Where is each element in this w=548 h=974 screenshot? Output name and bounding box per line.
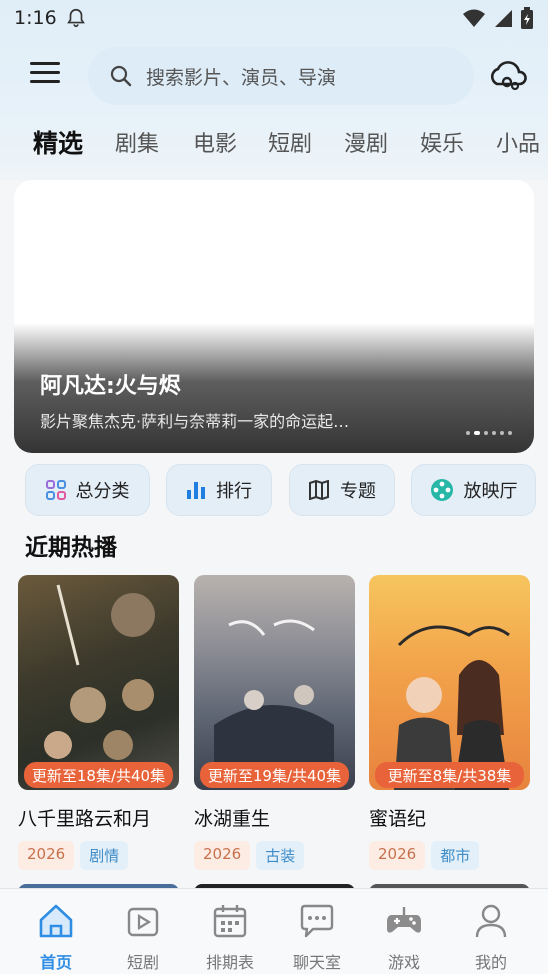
- show-tags: 2026 古装: [194, 841, 355, 870]
- tab-featured[interactable]: 精选: [33, 126, 83, 160]
- nav-schedule[interactable]: 排期表: [190, 901, 270, 973]
- ranking-label: 排行: [216, 481, 252, 502]
- carousel-dot: [500, 431, 504, 435]
- map-book-icon: [309, 480, 329, 500]
- show-title: 八千里路云和月: [18, 808, 152, 830]
- poster-art-image: [394, 625, 510, 790]
- show-poster: 更新至18集/共40集: [18, 575, 179, 790]
- cloud-sync-icon[interactable]: [488, 56, 528, 94]
- genre-tag: 古装: [256, 841, 305, 870]
- tab-entertainment[interactable]: 娱乐: [420, 126, 464, 158]
- nav-schedule-label: 排期表: [205, 953, 254, 972]
- screening-room-button[interactable]: 放映厅: [411, 464, 536, 516]
- wifi-icon: [463, 9, 485, 27]
- short-video-icon: [127, 907, 159, 937]
- topics-button[interactable]: 专题: [289, 464, 395, 516]
- all-categories-label: 总分类: [75, 481, 130, 502]
- user-icon: [475, 904, 507, 938]
- nav-home-label: 首页: [39, 953, 72, 972]
- battery-icon: [521, 7, 533, 29]
- show-poster: 更新至8集/共38集: [369, 575, 530, 790]
- genre-tag: 都市: [431, 841, 480, 870]
- carousel-dot-active: [474, 431, 480, 435]
- year-tag: 2026: [369, 841, 426, 870]
- screening-room-label: 放映厅: [463, 481, 518, 502]
- episode-badge: 更新至8集/共38集: [375, 762, 524, 788]
- show-title: 冰湖重生: [194, 808, 271, 830]
- grid-icon: [45, 480, 66, 500]
- nav-chat-room[interactable]: 聊天室: [277, 901, 357, 973]
- search-placeholder: 搜索影片、演员、导演: [146, 66, 337, 89]
- quick-links: 总分类 排行 专题 放映厅: [0, 464, 548, 518]
- menu-icon-line: [30, 71, 60, 74]
- poster-art-image: [44, 584, 155, 760]
- status-time: 1:16: [14, 7, 57, 29]
- nav-short-drama[interactable]: 短剧: [103, 901, 183, 973]
- menu-button[interactable]: [30, 62, 60, 88]
- tab-sketch[interactable]: 小品: [496, 126, 540, 158]
- carousel-dot: [466, 431, 470, 435]
- nav-profile-label: 我的: [474, 953, 507, 972]
- nav-short-drama-label: 短剧: [126, 953, 159, 972]
- ranking-button[interactable]: 排行: [166, 464, 272, 516]
- carousel-dot: [492, 431, 496, 435]
- tab-short-drama[interactable]: 短剧: [268, 126, 312, 158]
- show-card[interactable]: 更新至18集/共40集 八千里路云和月 2026 剧情: [18, 575, 179, 870]
- section-title: 近期热播: [25, 535, 117, 561]
- calendar-icon: [213, 905, 247, 938]
- menu-icon-line: [30, 80, 60, 83]
- banner-title: 阿凡达:火与烬: [40, 374, 181, 399]
- chat-icon: [300, 904, 334, 938]
- show-tags: 2026 都市: [369, 841, 530, 870]
- genre-tag: 剧情: [80, 841, 129, 870]
- carousel-dot: [508, 431, 512, 435]
- show-card[interactable]: 更新至19集/共40集 冰湖重生 2026 古装: [194, 575, 355, 870]
- all-categories-button[interactable]: 总分类: [25, 464, 150, 516]
- tab-movies[interactable]: 电影: [193, 126, 237, 158]
- episode-badge: 更新至18集/共40集: [24, 762, 173, 788]
- banner-description: 影片聚焦杰克·萨利与奈蒂莉一家的命运起…: [40, 412, 350, 431]
- nav-chat-room-label: 聊天室: [292, 953, 341, 972]
- menu-icon-line: [30, 62, 60, 65]
- bar-chart-icon: [187, 482, 205, 499]
- notification-bell-icon: [66, 8, 85, 28]
- search-icon: [110, 65, 132, 87]
- gamepad-icon: [387, 907, 421, 933]
- episode-badge: 更新至19集/共40集: [200, 762, 349, 788]
- tab-anime-drama[interactable]: 漫剧: [344, 126, 388, 158]
- poster-art-image: [214, 619, 334, 765]
- year-tag: 2026: [18, 841, 75, 870]
- show-poster: 更新至19集/共40集: [194, 575, 355, 790]
- film-reel-icon: [430, 479, 453, 501]
- cellular-signal-icon: [495, 10, 512, 27]
- show-card[interactable]: 更新至8集/共38集 蜜语纪 2026 都市: [369, 575, 530, 870]
- carousel-dot: [484, 431, 488, 435]
- status-icons: [462, 7, 534, 29]
- nav-profile[interactable]: 我的: [451, 901, 531, 973]
- bottom-navigation: 首页 短剧 排期表 聊天室 游戏 我的: [0, 888, 548, 974]
- year-tag: 2026: [194, 841, 251, 870]
- tab-series[interactable]: 剧集: [115, 126, 159, 158]
- show-tags: 2026 剧情: [18, 841, 179, 870]
- featured-banner[interactable]: 阿凡达:火与烬 影片聚焦杰克·萨利与奈蒂莉一家的命运起…: [14, 180, 534, 453]
- header: 搜索影片、演员、导演: [0, 44, 548, 106]
- category-tabs: 精选 剧集 电影 短剧 漫剧 娱乐 小品: [0, 126, 548, 170]
- search-bar[interactable]: 搜索影片、演员、导演: [88, 47, 474, 105]
- nav-games[interactable]: 游戏: [364, 901, 444, 973]
- status-bar: 1:16: [0, 0, 548, 36]
- nav-home[interactable]: 首页: [16, 901, 96, 973]
- carousel-indicator: [466, 431, 512, 435]
- home-icon: [39, 904, 73, 938]
- topics-label: 专题: [340, 481, 376, 502]
- show-title: 蜜语纪: [369, 808, 427, 830]
- nav-games-label: 游戏: [387, 953, 420, 972]
